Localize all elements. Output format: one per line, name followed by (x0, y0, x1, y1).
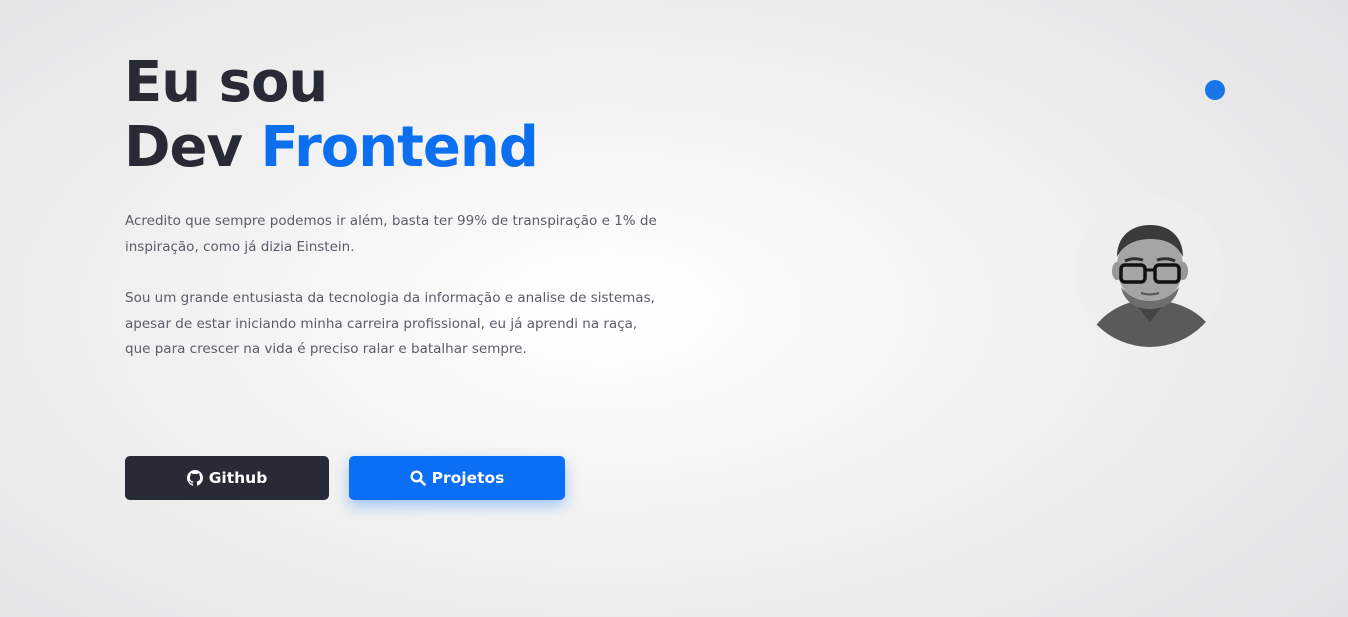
github-button-label: Github (208, 469, 268, 487)
projects-button[interactable]: Projetos (349, 456, 565, 500)
hero-title-accent: Frontend (260, 115, 538, 180)
hero-title-line1: Eu sou (124, 50, 328, 115)
hero-title: Eu sou Dev Frontend (124, 50, 539, 180)
search-icon (410, 470, 426, 486)
intro-paragraph-1: Acredito que sempre podemos ir além, bas… (125, 213, 657, 255)
hero-title-prefix: Dev (124, 115, 243, 180)
avatar (1075, 197, 1225, 347)
decorative-dot (1205, 80, 1225, 100)
github-icon (186, 470, 203, 486)
github-button[interactable]: Github (125, 456, 329, 500)
hero-title-line2: Dev Frontend (124, 115, 539, 180)
intro-text: Acredito que sempre podemos ir além, bas… (125, 209, 665, 389)
avatar-photo (1075, 197, 1225, 347)
projects-button-label: Projetos (431, 469, 505, 487)
intro-paragraph-2: Sou um grande entusiasta da tecnologia d… (125, 290, 655, 357)
